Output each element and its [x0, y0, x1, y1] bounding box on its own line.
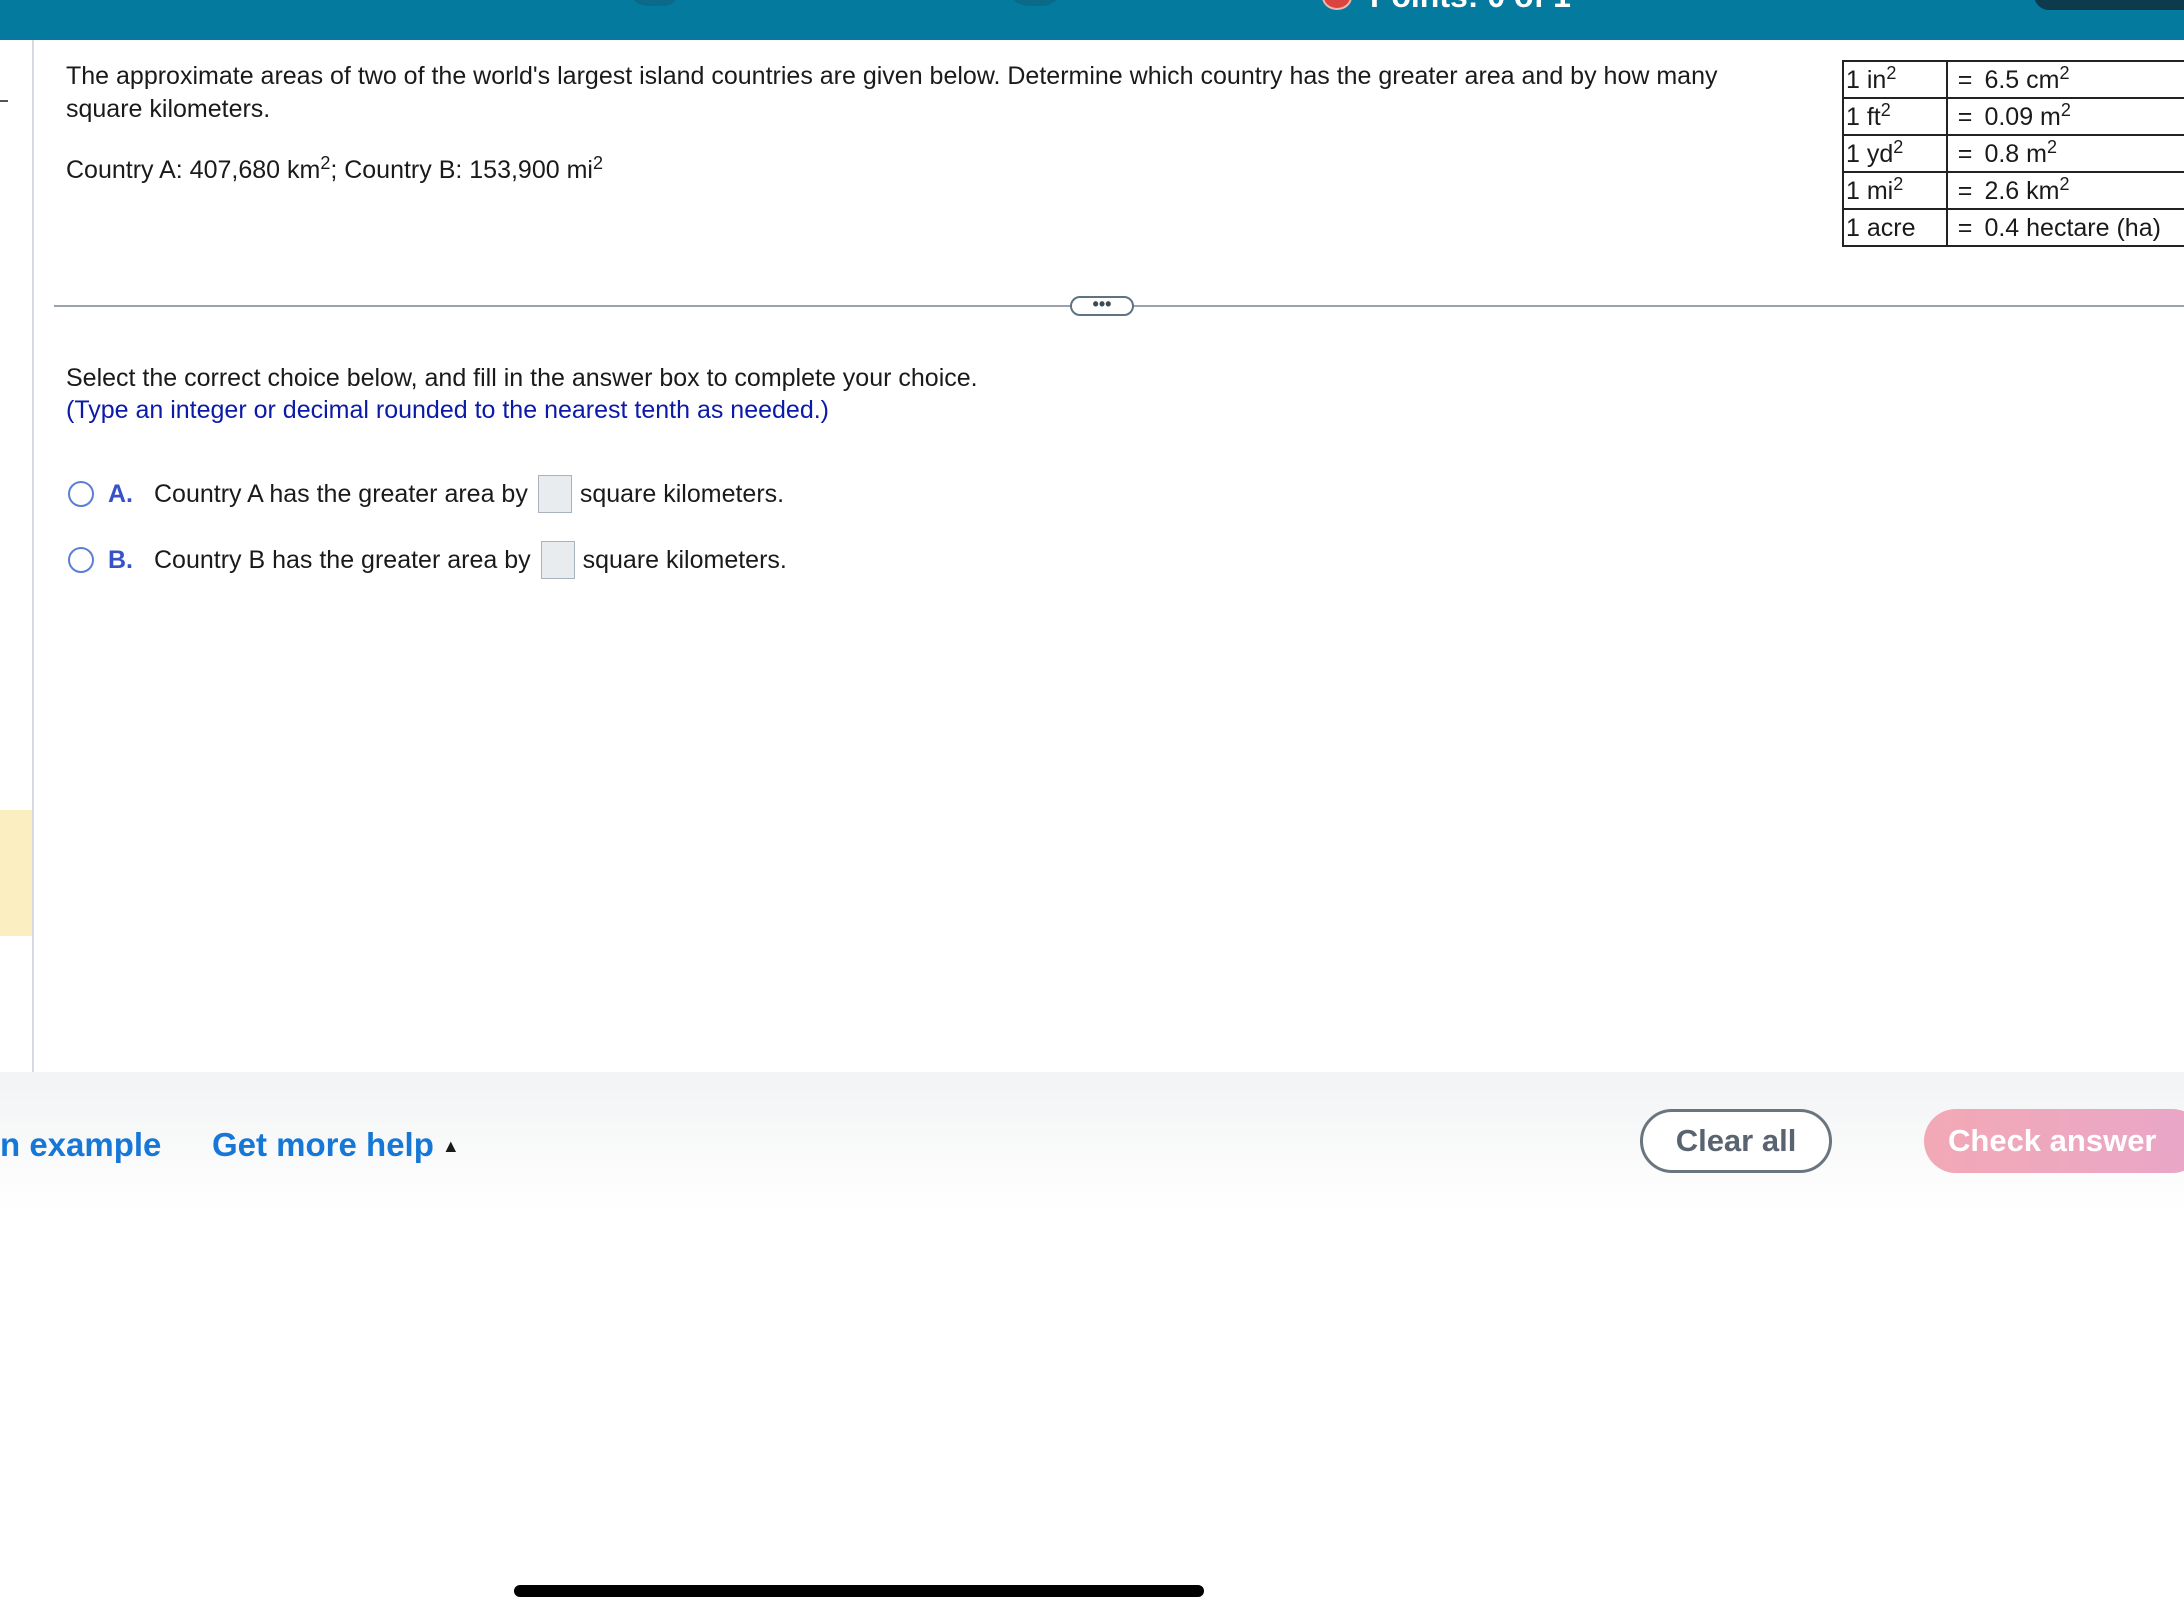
- country-b-text: ; Country B: 153,900 mi: [330, 156, 593, 184]
- check-answer-button[interactable]: Check answer: [1924, 1109, 2184, 1173]
- choice-b-text: Country B has the greater area by: [154, 545, 531, 574]
- get-more-help-label: Get more help: [212, 1126, 434, 1163]
- choice-a[interactable]: A. Country A has the greater area by squ…: [68, 474, 784, 514]
- points-label: Points: 0 of 1: [1370, 0, 1571, 15]
- equals-sign: =: [1946, 208, 1983, 247]
- conversion-value: 0.09 m2: [1982, 97, 2184, 136]
- nav-circle-icon[interactable]: [628, 0, 682, 6]
- country-a-text: Country A: 407,680 km: [66, 156, 321, 184]
- choice-b-letter: B.: [108, 545, 133, 574]
- question-text: The approximate areas of two of the worl…: [66, 62, 1718, 123]
- unit-text: 1 yd: [1846, 140, 1894, 168]
- conversion-row: 1 yd2 = 0.8 m2: [1842, 134, 2184, 173]
- value-text: 2.6 km: [1984, 177, 2060, 205]
- equals-sign: =: [1946, 60, 1983, 99]
- footer-bar: n example Get more help ▲ Clear all Check…: [0, 1072, 2184, 1212]
- choice-a-letter: A.: [108, 479, 133, 508]
- conversion-row: 1 in2 = 6.5 cm2: [1842, 60, 2184, 99]
- equals-sign: =: [1946, 134, 1983, 173]
- country-b-superscript: 2: [592, 153, 603, 173]
- conversion-unit: 1 in2: [1842, 60, 1948, 99]
- unit-superscript: 2: [1893, 137, 1904, 157]
- choice-a-text: Country A has the greater area by: [154, 479, 528, 508]
- value-text: 0.8 m: [1984, 140, 2047, 168]
- value-superscript: 2: [2046, 137, 2057, 157]
- header-button[interactable]: [2034, 0, 2184, 10]
- nav-circle-icon[interactable]: [1008, 0, 1062, 6]
- choice-b-suffix: square kilometers.: [582, 545, 787, 574]
- left-highlight: [0, 810, 32, 936]
- conversion-table: 1 in2 = 6.5 cm2 1 ft2 = 0.09 m2 1 yd2 = 0.8 m2 1 …: [1842, 60, 2184, 247]
- country-a-superscript: 2: [320, 153, 331, 173]
- unit-text: 1 mi: [1846, 177, 1894, 205]
- caret-up-icon: ▲: [441, 1136, 460, 1156]
- answer-box-a[interactable]: [537, 475, 572, 513]
- choice-a-suffix: square kilometers.: [579, 479, 785, 508]
- top-bar: Points: 0 of 1: [0, 0, 2184, 40]
- unit-superscript: 2: [1893, 174, 1904, 194]
- get-more-help-link[interactable]: Get more help ▲: [212, 1126, 460, 1164]
- conversion-value: 0.8 m2: [1982, 134, 2184, 173]
- value-text: 0.09 m: [1984, 103, 2061, 131]
- equals-sign: =: [1946, 97, 1983, 136]
- value-superscript: 2: [2059, 63, 2070, 83]
- conversion-row: 1 mi2 = 2.6 km2: [1842, 171, 2184, 210]
- view-example-link[interactable]: n example: [0, 1126, 161, 1164]
- value-text: 0.4 hectare (ha): [1984, 214, 2161, 242]
- instruction-text: Select the correct choice below, and fil…: [66, 364, 978, 392]
- unit-superscript: 2: [1886, 63, 1897, 83]
- radio-b[interactable]: [68, 547, 94, 573]
- value-text: 6.5 cm: [1984, 66, 2060, 94]
- answer-box-b[interactable]: [540, 541, 575, 579]
- conversion-row: 1 acre = 0.4 hectare (ha): [1842, 208, 2184, 247]
- conversion-row: 1 ft2 = 0.09 m2: [1842, 97, 2184, 136]
- left-rule: [32, 40, 34, 1072]
- conversion-unit: 1 ft2: [1842, 97, 1948, 136]
- expand-more-button[interactable]: •••: [1070, 295, 1134, 316]
- left-marker: [0, 100, 8, 102]
- unit-text: 1 ft: [1846, 103, 1881, 131]
- conversion-value: 0.4 hectare (ha): [1982, 208, 2184, 247]
- value-superscript: 2: [2060, 100, 2071, 120]
- conversion-unit: 1 acre: [1842, 208, 1948, 247]
- unit-text: 1 in: [1846, 66, 1887, 94]
- conversion-unit: 1 mi2: [1842, 171, 1948, 210]
- conversion-unit: 1 yd2: [1842, 134, 1948, 173]
- home-indicator: [514, 1585, 1204, 1597]
- unit-text: 1 acre: [1846, 214, 1916, 242]
- incorrect-badge-icon: [1322, 0, 1352, 10]
- hint-text: (Type an integer or decimal rounded to t…: [66, 396, 829, 424]
- unit-superscript: 2: [1880, 100, 1891, 120]
- conversion-value: 6.5 cm2: [1982, 60, 2184, 99]
- equals-sign: =: [1946, 171, 1983, 210]
- country-areas: Country A: 407,680 km2; Country B: 153,9…: [66, 154, 603, 187]
- conversion-value: 2.6 km2: [1982, 171, 2184, 210]
- choice-b[interactable]: B. Country B has the greater area by squ…: [68, 540, 787, 580]
- value-superscript: 2: [2059, 174, 2070, 194]
- clear-all-button[interactable]: Clear all: [1640, 1109, 1832, 1173]
- radio-a[interactable]: [68, 481, 94, 507]
